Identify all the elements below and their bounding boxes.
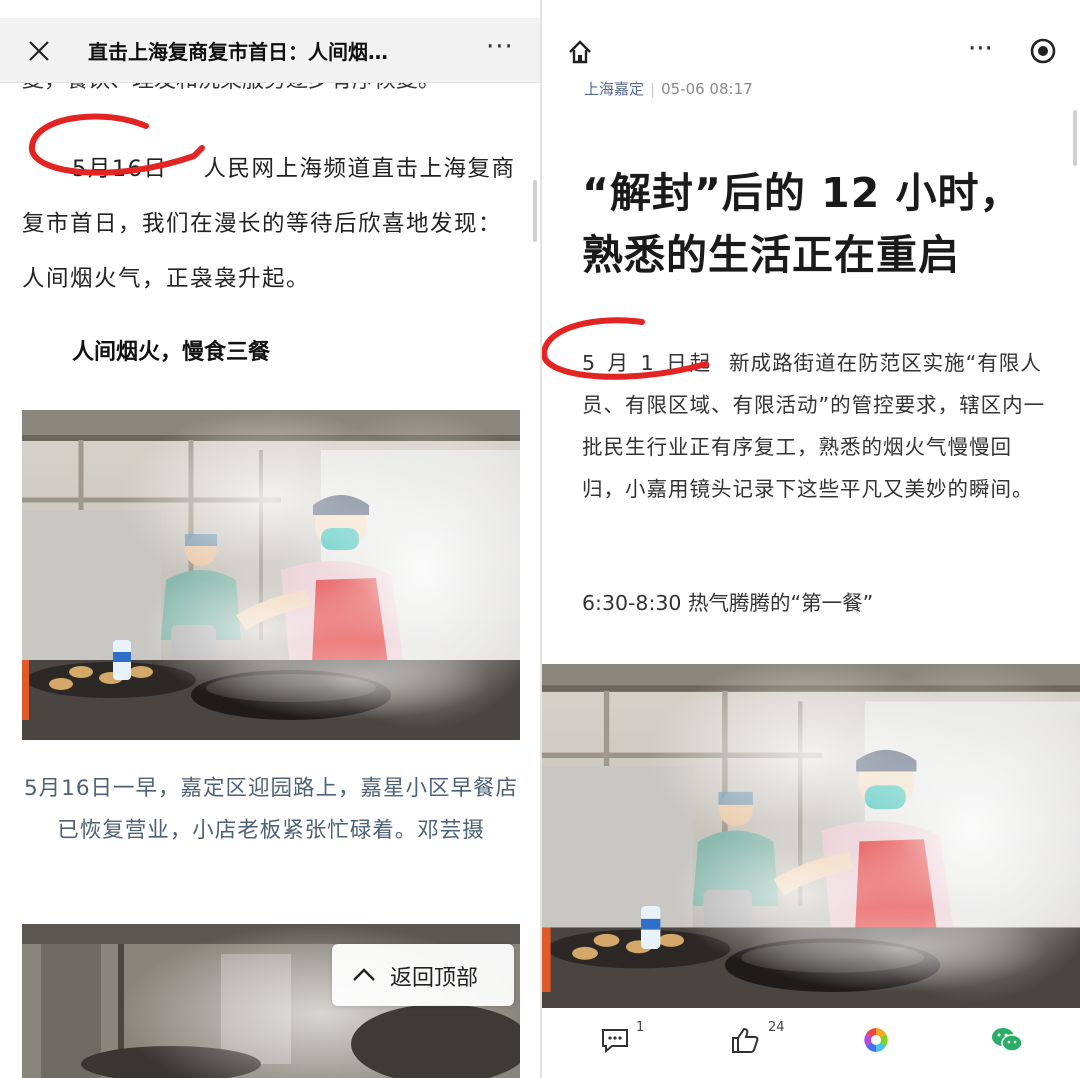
paragraph-text-rest: 复市首日，我们在漫长的等待后欣喜地发现：人间烟火气，正袅袅升起。 bbox=[22, 211, 503, 292]
close-icon[interactable] bbox=[24, 36, 54, 66]
section-subtitle: 6:30-8:30 热气腾腾的“第一餐” bbox=[582, 591, 874, 615]
paragraph-date: 5 月 1 日起 bbox=[582, 351, 714, 375]
author-name[interactable]: 上海嘉定 bbox=[584, 80, 644, 98]
moments-icon bbox=[864, 1028, 888, 1052]
like-count: 24 bbox=[768, 1020, 785, 1035]
back-to-top-button[interactable]: 返回顶部 bbox=[332, 944, 514, 1006]
like-button[interactable]: 24 bbox=[730, 1020, 785, 1058]
comment-button[interactable]: 1 bbox=[600, 1020, 644, 1058]
home-icon[interactable] bbox=[566, 38, 594, 66]
scrollbar-thumb[interactable] bbox=[1073, 110, 1077, 166]
headline-line2: 熟悉的生活正在重启 bbox=[582, 231, 960, 279]
article-header-bar: 直击上海复商复市首日：人间烟… ··· bbox=[0, 18, 540, 83]
thumbs-up-icon bbox=[732, 1027, 759, 1053]
comment-icon bbox=[602, 1029, 628, 1054]
article-source: 上海嘉定 | 05-06 08:17 bbox=[584, 80, 753, 98]
article-headline: “解封”后的 12 小时， 熟悉的生活正在重启 bbox=[582, 162, 1052, 286]
paragraph-date: 5月16日 bbox=[72, 156, 168, 182]
headline-line1: “解封”后的 12 小时， bbox=[582, 169, 1022, 217]
paragraph-text-line1: 人民网上海频道直击上海复商 bbox=[203, 156, 516, 182]
right-screenshot: ··· 上海嘉定 | 05-06 08:17 “解封”后的 12 小时， 熟悉的生活… bbox=[542, 0, 1080, 1078]
chevron-up-icon bbox=[353, 968, 375, 981]
share-moments-button[interactable] bbox=[862, 1026, 890, 1058]
comment-count: 1 bbox=[636, 1020, 645, 1035]
section-title: 人间烟火，慢食三餐 bbox=[72, 340, 271, 365]
left-screenshot: 复，餐饮、理发和洗染服务逐步有序恢复。 直击上海复商复市首日：人间烟… ··· … bbox=[0, 0, 540, 1078]
back-to-top-label: 返回顶部 bbox=[390, 966, 479, 991]
breakfast-shop-photo bbox=[542, 664, 1080, 1008]
article-title: 直击上海复商复市首日：人间烟… bbox=[88, 40, 388, 64]
photo-caption: 5月16日一早，嘉定区迎园路上，嘉星小区早餐店已恢复营业，小店老板紧张忙碌着。邓… bbox=[23, 776, 519, 843]
more-options-icon[interactable]: ··· bbox=[968, 34, 993, 64]
share-wechat-button[interactable] bbox=[990, 1026, 1024, 1058]
wechat-icon bbox=[992, 1028, 1023, 1052]
bottom-action-bar: 1 24 bbox=[542, 1010, 1080, 1078]
article-paragraph: 5 月 1 日起 新成路街道在防范区实施“有限人员、有限区域、有限活动”的管控要求… bbox=[582, 342, 1052, 510]
breakfast-shop-photo bbox=[22, 410, 520, 740]
article-paragraph: 5月16日 人民网上海频道直击上海复商复市首日，我们在漫长的等待后欣喜地发现：人间… bbox=[22, 142, 522, 307]
mini-program-icon[interactable] bbox=[1030, 38, 1056, 64]
publish-time: 05-06 08:17 bbox=[661, 80, 753, 98]
scrollbar-thumb[interactable] bbox=[533, 180, 537, 242]
more-options-icon[interactable]: ··· bbox=[486, 32, 514, 62]
